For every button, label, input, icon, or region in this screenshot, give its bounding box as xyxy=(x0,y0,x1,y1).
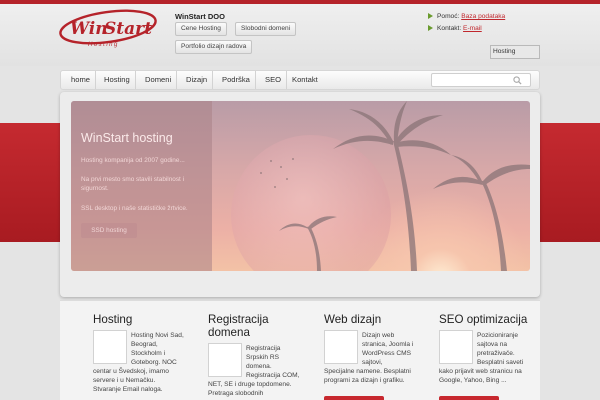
hero-slider[interactable]: WinStart hosting Hosting kompanija od 20… xyxy=(71,101,530,271)
column-text-line: Stockholm i xyxy=(131,350,166,357)
column-text-line: NET, SE i druge topdomene. xyxy=(208,381,292,388)
column-text-line: pretraživače. xyxy=(477,350,515,357)
free-domains-button[interactable]: Slobodni domeni xyxy=(235,22,297,36)
column-text-line: kako prijavit web stranicu na xyxy=(439,368,522,375)
hero-text-line: Hosting kompanija od 2007 godine... xyxy=(81,157,185,164)
column-text-line: Beograd, xyxy=(131,341,158,348)
seo-thumbnail[interactable] xyxy=(439,330,473,364)
nav-seo[interactable]: SEO xyxy=(260,71,288,89)
hero-button[interactable]: SSD hosting xyxy=(81,223,137,238)
hosting-selector[interactable]: Hosting xyxy=(490,45,540,59)
help-label: Pomoć: xyxy=(437,13,460,20)
column-text-line: WordPress CMS xyxy=(362,350,411,357)
column-text-line: Stvaranje Email naloga. xyxy=(93,386,163,393)
column-text-line: sajtova na xyxy=(477,341,508,348)
company-name: WinStart DOO xyxy=(175,12,225,21)
nav-support[interactable]: Podrška xyxy=(217,71,256,89)
hosting-thumbnail[interactable] xyxy=(93,330,127,364)
portfolio-button[interactable]: Portfolio dizajn radova xyxy=(175,40,253,54)
email-link[interactable]: E-mail xyxy=(463,25,482,32)
nav-domains[interactable]: Domeni xyxy=(140,71,178,89)
column-text-line: Registracija COM, xyxy=(246,372,300,379)
logo-text-start: Start xyxy=(104,19,152,39)
search-icon[interactable] xyxy=(513,76,522,85)
column-text-line: domena. xyxy=(246,363,272,370)
web-design-thumbnail[interactable] xyxy=(324,330,358,364)
column-text-line: programi za dizajn i grafiku. xyxy=(324,377,405,384)
logo-text-sub: Hosting xyxy=(88,42,119,48)
hero-text-line: SSL desktop i naše statističke žrtvice. xyxy=(81,205,188,212)
column-text-line: servere i u Nemačku. xyxy=(93,377,156,384)
column-title-domains[interactable]: Registracija xyxy=(208,313,269,326)
column-text-line: Pozicioniranje xyxy=(477,332,519,339)
column-text-line: Dizajn web xyxy=(362,332,395,339)
pricing-button[interactable]: Cene Hosting xyxy=(175,22,227,36)
seo-more-button[interactable] xyxy=(439,396,499,400)
column-text-line: Specijalne namene. Besplatni xyxy=(324,368,411,375)
contact-label: Kontakt: xyxy=(437,25,462,32)
web-design-more-button[interactable] xyxy=(324,396,384,400)
domains-thumbnail[interactable] xyxy=(208,343,242,377)
column-title-domains-line2[interactable]: domena xyxy=(208,326,250,339)
column-text-line: centar u Švedskoj, imamo xyxy=(93,368,169,375)
database-link[interactable]: Baza podataka xyxy=(461,13,505,20)
column-text-line: Pretraga slobodnih xyxy=(208,390,264,397)
column-text-line: Registracija xyxy=(246,345,281,352)
email-contact-row: Kontakt: E-mail xyxy=(428,25,482,32)
column-text-line: stranica, Joomla i xyxy=(362,341,414,348)
nav-hosting[interactable]: Hosting xyxy=(99,71,136,89)
winstart-logo[interactable]: Win Start Hosting xyxy=(58,8,163,48)
column-title-seo[interactable]: SEO optimizacija xyxy=(439,313,527,326)
hero-text-line: sigurnost. xyxy=(81,185,109,192)
column-text-line: Srpskih RS xyxy=(246,354,279,361)
column-title-web-design[interactable]: Web dizajn xyxy=(324,313,381,326)
main-nav: home Hosting Domeni Dizajn Podrška SEO K… xyxy=(60,70,540,90)
column-text-line: Besplatni saveti xyxy=(477,359,524,366)
help-contact-row: Pomoć: Baza podataka xyxy=(428,13,505,20)
arrow-right-icon xyxy=(428,13,433,20)
nav-design[interactable]: Dizajn xyxy=(181,71,214,89)
column-text-line: Goteborg. NOC xyxy=(131,359,177,366)
nav-contact[interactable]: Kontakt xyxy=(287,71,323,89)
hero-title: WinStart hosting xyxy=(81,131,173,145)
column-text-line: Hosting Novi Sad, xyxy=(131,332,184,339)
nav-home[interactable]: home xyxy=(66,71,96,89)
arrow-right-icon xyxy=(428,25,433,32)
column-title-hosting[interactable]: Hosting xyxy=(93,313,132,326)
search-input[interactable] xyxy=(431,73,531,87)
column-text-line: Google, Yahoo, Bing ... xyxy=(439,377,507,384)
logo-text-win: Win xyxy=(70,19,108,39)
column-text-line: sajtovi, xyxy=(362,359,383,366)
hero-text-line: Na prvi mesto smo stavili stabilnost i xyxy=(81,176,184,183)
